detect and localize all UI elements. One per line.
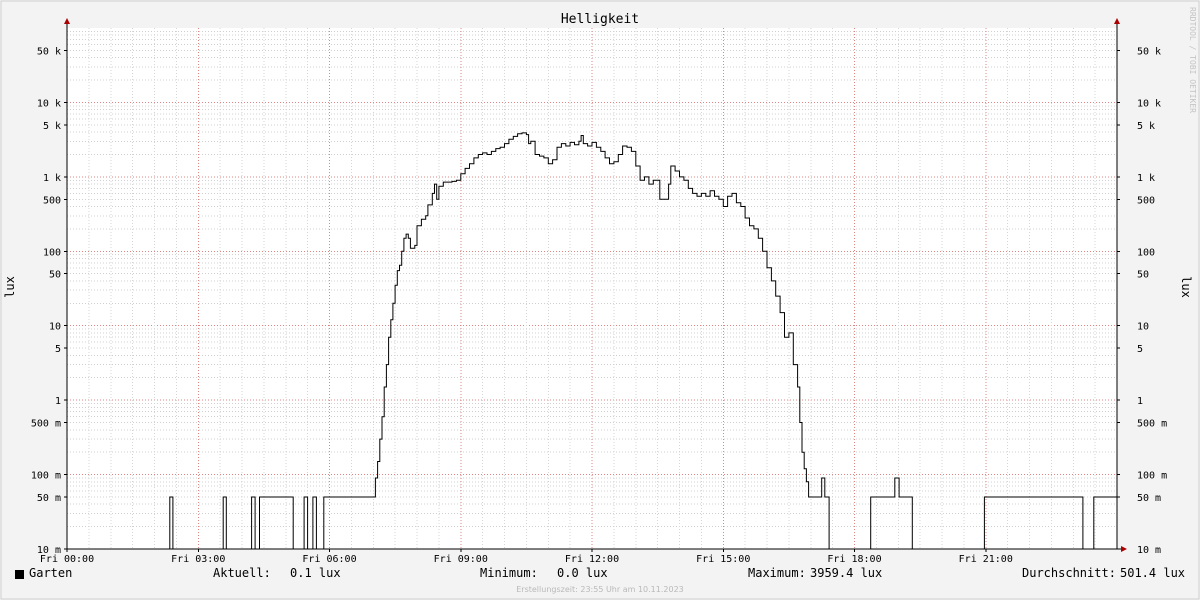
y-tick-label-right: 50 m — [1137, 493, 1161, 504]
x-tick-label: Fri 00:00 — [40, 554, 94, 565]
y-tick-label-left: 50 k — [37, 46, 61, 57]
y-tick-label-right: 10 m — [1137, 545, 1161, 556]
x-tick-label: Fri 12:00 — [565, 554, 619, 565]
y-tick-label-right: 5 — [1137, 344, 1143, 355]
y-tick-label-left: 10 — [49, 322, 61, 333]
y-tick-label-left: 100 — [43, 247, 61, 258]
y-tick-label-right: 100 m — [1137, 471, 1167, 482]
y-tick-label-right: 50 — [1137, 270, 1149, 281]
x-tick-label: Fri 18:00 — [827, 554, 881, 565]
y-tick-label-left: 1 k — [43, 173, 61, 184]
x-tick-label: Fri 21:00 — [959, 554, 1013, 565]
y-tick-label-left: 50 m — [37, 493, 61, 504]
y-tick-label-left: 1 — [55, 396, 61, 407]
legend-avg-value: 501.4 lux — [1120, 566, 1186, 580]
y-tick-label-right: 100 — [1137, 247, 1155, 258]
x-tick-label: Fri 15:00 — [696, 554, 750, 565]
y-tick-label-right: 10 — [1137, 322, 1149, 333]
y-tick-label-left: 500 m — [31, 419, 61, 430]
y-tick-label-right: 10 k — [1137, 98, 1161, 109]
y-tick-label-right: 500 m — [1137, 419, 1167, 430]
y-tick-label-right: 1 — [1137, 396, 1143, 407]
y-tick-label-left: 100 m — [31, 471, 61, 482]
legend: Garten Aktuell: 0.1 lux Minimum: 0.0 lux… — [0, 566, 1200, 584]
y-tick-label-left: 5 — [55, 344, 61, 355]
y-tick-label-left: 10 k — [37, 98, 61, 109]
y-axis-label-right: lux — [1179, 276, 1193, 298]
y-tick-label-right: 50 k — [1137, 46, 1161, 57]
y-tick-label-left: 5 k — [43, 121, 61, 132]
chart-svg: 10 m 10 m50 m 50 m100 m 100 m500 m 500 m1 15 5… — [0, 0, 1200, 600]
y-tick-label-left: 500 — [43, 195, 61, 206]
legend-min-value: 0.0 lux — [557, 566, 608, 580]
chart-image: 10 m 10 m 50 m 50 m 100 m 100 m 500 m 500 m1155… — [0, 0, 1200, 600]
legend-current-label: Aktuell: — [213, 566, 271, 580]
y-axis-label-left: lux — [3, 276, 17, 298]
x-tick-label: Fri 09:00 — [434, 554, 488, 565]
legend-avg-label: Durchschnitt: — [1022, 566, 1116, 580]
x-tick-label: Fri 06:00 — [302, 554, 356, 565]
footer-timestamp: Erstellungszeit: 23:55 Uhr am 10.11.2023 — [516, 585, 684, 594]
y-tick-label-right: 5 k — [1137, 121, 1155, 132]
legend-max-value: 3959.4 lux — [810, 566, 883, 580]
legend-min-label: Minimum: — [480, 566, 538, 580]
legend-max-label: Maximum: — [748, 566, 806, 580]
y-tick-label-left: 50 — [49, 270, 61, 281]
legend-current-value: 0.1 lux — [290, 566, 341, 580]
watermark: RRDTOOL / TOBI OETIKER — [1188, 7, 1197, 113]
y-tick-label-right: 1 k — [1137, 173, 1155, 184]
x-tick-label: Fri 03:00 — [171, 554, 225, 565]
y-tick-label-right: 500 — [1137, 195, 1155, 206]
chart-title: Helligkeit — [561, 12, 639, 27]
legend-series-name: Garten — [29, 566, 73, 580]
